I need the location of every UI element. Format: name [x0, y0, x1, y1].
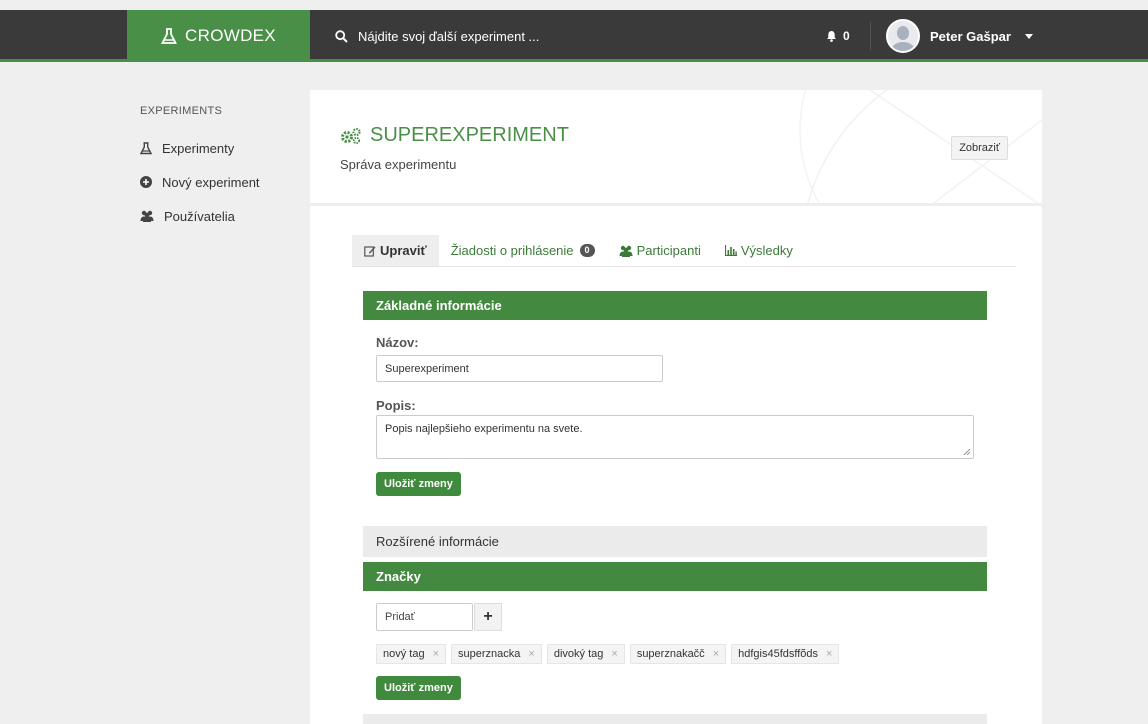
- sidebar-item-new-experiment[interactable]: Nový experiment: [140, 165, 300, 199]
- name-field[interactable]: Superexperiment: [376, 355, 663, 382]
- tag-list: nový tag × superznacka × divoký tag × super…: [376, 644, 840, 664]
- add-tag-button[interactable]: +: [474, 603, 502, 631]
- description-field[interactable]: Popis najlepšieho experimentu na svete.: [376, 415, 974, 459]
- tag-label: superznakačč: [636, 648, 705, 660]
- tag-chip: superznacka ×: [451, 644, 542, 664]
- brand-name: CROWDEX: [185, 26, 276, 45]
- brand-logo[interactable]: CROWDEX: [127, 10, 310, 62]
- background-decoration: [799, 90, 1042, 203]
- flask-icon: [140, 141, 152, 154]
- add-tag-group: Pridať +: [376, 603, 502, 631]
- tab-bar: Upraviť Žiadosti o prihlásenie 0 Partici…: [352, 235, 1016, 267]
- experiment-card: SUPEREXPERIMENT Správa experimentu Zobra…: [310, 90, 1042, 724]
- tag-chip: nový tag ×: [376, 644, 447, 664]
- top-navbar: CROWDEX Nájdite svoj ďalší experiment ..…: [0, 10, 1148, 62]
- tab-participants[interactable]: Participanti: [607, 235, 713, 266]
- sidebar: EXPERIMENTS Experimenty Nový experiment …: [140, 105, 300, 233]
- notifications-count: 0: [843, 29, 850, 43]
- gears-icon: [341, 127, 361, 144]
- page-subtitle: Správa experimentu: [340, 157, 457, 172]
- navbar-divider: [870, 22, 871, 50]
- description-text: Popis najlepšieho experimentu na svete.: [385, 423, 583, 435]
- tab-edit[interactable]: Upraviť: [352, 235, 439, 266]
- resize-handle-icon[interactable]: [963, 448, 970, 455]
- save-tags-button[interactable]: Uložiť zmeny: [376, 676, 461, 700]
- bar-chart-icon: [724, 245, 737, 256]
- users-icon: [619, 245, 633, 257]
- tag-label: divoký tag: [553, 648, 604, 660]
- tag-label: nový tag: [383, 648, 425, 660]
- tab-label: Žiadosti o prihlásenie: [450, 243, 574, 258]
- remove-tag-icon[interactable]: ×: [433, 648, 439, 660]
- tab-label: Výsledky: [740, 243, 793, 258]
- notifications-button[interactable]: 0: [826, 10, 850, 62]
- tab-label: Participanti: [636, 243, 701, 258]
- tag-chip: superznakačč ×: [629, 644, 727, 664]
- save-button[interactable]: Uložiť zmeny: [376, 472, 461, 496]
- sidebar-heading: EXPERIMENTS: [140, 105, 223, 117]
- remove-tag-icon[interactable]: ×: [611, 648, 617, 660]
- tab-label: Upraviť: [380, 243, 427, 258]
- tag-chip: divoký tag ×: [546, 644, 625, 664]
- chevron-down-icon: [1024, 33, 1033, 39]
- next-section-header[interactable]: [363, 714, 987, 724]
- remove-tag-icon[interactable]: ×: [713, 648, 719, 660]
- user-menu[interactable]: Peter Gašpar: [886, 10, 1033, 62]
- search-bar[interactable]: Nájdite svoj ďalší experiment ...: [335, 10, 539, 62]
- add-tag-input[interactable]: Pridať: [376, 603, 473, 631]
- plus-circle-icon: [140, 176, 152, 188]
- extended-info-header[interactable]: Rozšírené informácie: [363, 526, 987, 557]
- sidebar-item-label: Experimenty: [162, 140, 235, 156]
- user-name: Peter Gašpar: [930, 28, 1011, 44]
- remove-tag-icon[interactable]: ×: [528, 648, 534, 660]
- edit-icon: [364, 245, 376, 257]
- tab-results[interactable]: Výsledky: [713, 235, 805, 266]
- search-icon: [335, 29, 348, 43]
- page-title: SUPEREXPERIMENT: [340, 124, 569, 147]
- sidebar-item-users[interactable]: Používatelia: [140, 199, 300, 233]
- tag-label: superznacka: [458, 648, 521, 660]
- bell-icon: [827, 31, 836, 42]
- sidebar-item-experiments[interactable]: Experimenty: [140, 131, 300, 165]
- search-input[interactable]: Nájdite svoj ďalší experiment ...: [358, 29, 539, 44]
- tag-chip: hdfgis45fdsffõds ×: [731, 644, 840, 664]
- description-label: Popis:: [376, 398, 416, 413]
- sidebar-item-label: Používatelia: [164, 208, 235, 224]
- experiment-title: SUPEREXPERIMENT: [370, 124, 569, 146]
- users-icon: [140, 210, 154, 222]
- name-label: Názov:: [376, 335, 419, 350]
- flask-icon: [161, 27, 178, 44]
- tags-header[interactable]: Značky: [363, 562, 987, 591]
- show-button[interactable]: Zobraziť: [951, 136, 1008, 160]
- tag-label: hdfgis45fdsffõds: [738, 648, 819, 660]
- requests-count-badge: 0: [579, 244, 595, 257]
- card-header: SUPEREXPERIMENT Správa experimentu Zobra…: [310, 90, 1042, 206]
- sidebar-item-label: Nový experiment: [162, 174, 260, 190]
- tab-requests[interactable]: Žiadosti o prihlásenie 0: [439, 235, 607, 266]
- avatar: [886, 19, 920, 53]
- basic-info-header[interactable]: Základné informácie: [363, 291, 987, 320]
- remove-tag-icon[interactable]: ×: [826, 648, 832, 660]
